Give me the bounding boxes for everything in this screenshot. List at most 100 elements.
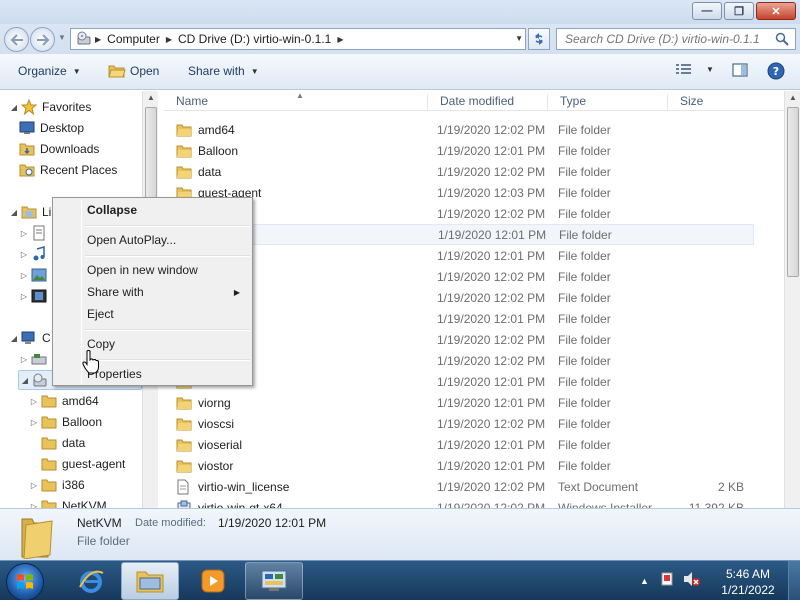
volume-muted-icon[interactable] xyxy=(683,571,701,590)
expand-arrow-icon[interactable]: ▷ xyxy=(28,397,40,406)
file-date: 1/19/2020 12:03 PM xyxy=(437,185,546,200)
folder-icon xyxy=(176,438,192,452)
preview-pane-button[interactable] xyxy=(732,62,748,78)
search-input[interactable] xyxy=(565,32,770,46)
media-player-icon xyxy=(201,569,225,593)
nav-desktop[interactable]: Desktop xyxy=(18,118,84,138)
nav-library-music[interactable]: ▷ xyxy=(18,244,52,264)
breadcrumb-separator-icon[interactable]: ▶ xyxy=(164,35,174,44)
show-desktop-button[interactable] xyxy=(788,561,800,600)
file-date: 1/19/2020 12:01 PM xyxy=(437,437,546,452)
folder-icon xyxy=(176,459,192,473)
context-menu-share-with[interactable]: Share with ▶ xyxy=(55,281,250,303)
taskbar: ▲ 5:46 AM 1/21/2022 xyxy=(0,560,800,600)
help-button[interactable]: ? xyxy=(767,62,785,80)
nav-folder-i386[interactable]: ▷ i386 xyxy=(28,475,85,495)
collapse-arrow-icon[interactable]: ◢ xyxy=(8,103,20,112)
address-dropdown-icon[interactable]: ▼ xyxy=(515,34,523,43)
address-bar[interactable]: ▶ Computer ▶ CD Drive (D:) virtio-win-0.… xyxy=(70,28,526,50)
expand-arrow-icon[interactable]: ▷ xyxy=(18,355,30,364)
minimize-button[interactable]: — xyxy=(692,2,722,20)
nav-computer[interactable]: ◢ C xyxy=(8,328,51,348)
taskbar-control-panel[interactable] xyxy=(245,562,303,600)
nav-folder-guest-agent[interactable]: guest-agent xyxy=(40,454,125,474)
context-menu-open-autoplay[interactable]: Open AutoPlay... xyxy=(55,229,250,251)
column-header-name[interactable]: Name ▲ xyxy=(164,91,427,110)
file-row[interactable]: viostor 1/19/2020 12:01 PM File folder xyxy=(164,455,754,476)
back-button[interactable] xyxy=(4,27,29,52)
context-menu-collapse[interactable]: Collapse xyxy=(55,199,250,221)
file-row[interactable]: viorng 1/19/2020 12:01 PM File folder xyxy=(164,392,754,413)
breadcrumb-separator-icon[interactable]: ▶ xyxy=(93,35,103,44)
back-arrow-icon xyxy=(10,33,23,46)
collapse-arrow-icon[interactable]: ◢ xyxy=(8,334,20,343)
collapse-arrow-icon[interactable]: ◢ xyxy=(8,208,20,217)
breadcrumb-separator-icon[interactable]: ▶ xyxy=(335,35,345,44)
file-date: 1/19/2020 12:02 PM xyxy=(437,164,546,179)
close-button[interactable]: ✕ xyxy=(756,2,796,20)
nav-folder-balloon[interactable]: ▷ Balloon xyxy=(28,412,102,432)
scrollbar-thumb[interactable] xyxy=(787,107,799,277)
expand-arrow-icon[interactable]: ▷ xyxy=(18,292,30,301)
column-header-date[interactable]: Date modified xyxy=(427,94,547,110)
file-row[interactable]: amd64 1/19/2020 12:02 PM File folder xyxy=(164,119,754,140)
downloads-folder-icon xyxy=(18,141,36,157)
maximize-button[interactable]: ❐ xyxy=(724,2,754,20)
file-type: Text Document xyxy=(558,479,639,494)
search-box[interactable] xyxy=(556,28,796,50)
share-with-button[interactable]: Share with ▼ xyxy=(188,64,259,78)
change-view-button[interactable]: ▼ xyxy=(676,63,714,75)
nav-recent-places[interactable]: Recent Places xyxy=(18,160,117,180)
scroll-up-icon[interactable]: ▲ xyxy=(147,93,155,102)
column-header-size[interactable]: Size xyxy=(667,94,767,110)
nav-folder-data[interactable]: data xyxy=(40,433,85,453)
start-button[interactable] xyxy=(6,563,44,600)
collapse-arrow-icon[interactable]: ◢ xyxy=(19,376,31,385)
context-menu-eject[interactable]: Eject xyxy=(55,303,250,325)
action-center-icon[interactable] xyxy=(659,571,675,590)
nav-libraries[interactable]: ◢ Li xyxy=(8,202,51,222)
forward-button[interactable] xyxy=(30,27,55,52)
nav-local-disk[interactable]: ▷ xyxy=(18,349,52,369)
file-list: Name ▲ Date modified Type Size amd64 1/19… xyxy=(164,91,784,508)
expand-arrow-icon[interactable]: ▷ xyxy=(18,271,30,280)
clock[interactable]: 5:46 AM 1/21/2022 xyxy=(716,566,780,598)
expand-arrow-icon[interactable]: ▷ xyxy=(28,481,40,490)
expand-arrow-icon[interactable]: ▷ xyxy=(18,250,30,259)
nav-folder-netkvm[interactable]: ▷ NetKVM xyxy=(28,496,107,508)
taskbar-windows-explorer[interactable] xyxy=(121,562,179,600)
file-row[interactable]: virtio-win-gt-x64 1/19/2020 12:02 PM Windo… xyxy=(164,497,754,508)
organize-button[interactable]: Organize ▼ xyxy=(18,64,81,78)
file-row[interactable]: data 1/19/2020 12:02 PM File folder xyxy=(164,161,754,182)
show-hidden-icons-icon[interactable]: ▲ xyxy=(640,576,649,586)
nav-library-videos[interactable]: ▷ xyxy=(18,286,52,306)
file-row[interactable]: Balloon 1/19/2020 12:01 PM File folder xyxy=(164,140,754,161)
file-date: 1/19/2020 12:02 PM xyxy=(437,500,546,509)
nav-favorites[interactable]: ◢ Favorites xyxy=(8,97,91,117)
open-button[interactable]: Open xyxy=(108,64,159,78)
column-header-type[interactable]: Type xyxy=(547,94,667,110)
file-name-cell: data xyxy=(176,165,221,179)
nav-library-pictures[interactable]: ▷ xyxy=(18,265,52,285)
recent-pages-chevron-icon[interactable]: ▼ xyxy=(58,33,66,42)
file-date: 1/19/2020 12:01 PM xyxy=(437,374,546,389)
file-name: data xyxy=(198,164,222,179)
taskbar-internet-explorer[interactable] xyxy=(62,562,120,600)
taskbar-media-player[interactable] xyxy=(184,562,242,600)
command-bar: Organize ▼ Open Share with ▼ ▼ ? xyxy=(0,54,800,90)
nav-folder-amd64[interactable]: ▷ amd64 xyxy=(28,391,99,411)
scroll-up-icon[interactable]: ▲ xyxy=(789,93,797,102)
file-row[interactable]: vioscsi 1/19/2020 12:02 PM File folder xyxy=(164,413,754,434)
refresh-button[interactable] xyxy=(528,28,550,50)
breadcrumb-computer[interactable]: Computer xyxy=(103,32,164,46)
nav-downloads[interactable]: Downloads xyxy=(18,139,99,159)
expand-arrow-icon[interactable]: ▷ xyxy=(28,418,40,427)
breadcrumb-cd-drive[interactable]: CD Drive (D:) virtio-win-0.1.1 xyxy=(174,32,335,46)
search-icon[interactable] xyxy=(775,32,789,49)
file-row[interactable]: vioserial 1/19/2020 12:01 PM File folder xyxy=(164,434,754,455)
file-row[interactable]: virtio-win_license 1/19/2020 12:02 PM Text… xyxy=(164,476,754,497)
expand-arrow-icon[interactable]: ▷ xyxy=(18,229,30,238)
context-menu-open-new-window[interactable]: Open in new window xyxy=(55,259,250,281)
file-list-scrollbar[interactable]: ▲ xyxy=(784,91,800,508)
nav-library-documents[interactable]: ▷ xyxy=(18,223,52,243)
